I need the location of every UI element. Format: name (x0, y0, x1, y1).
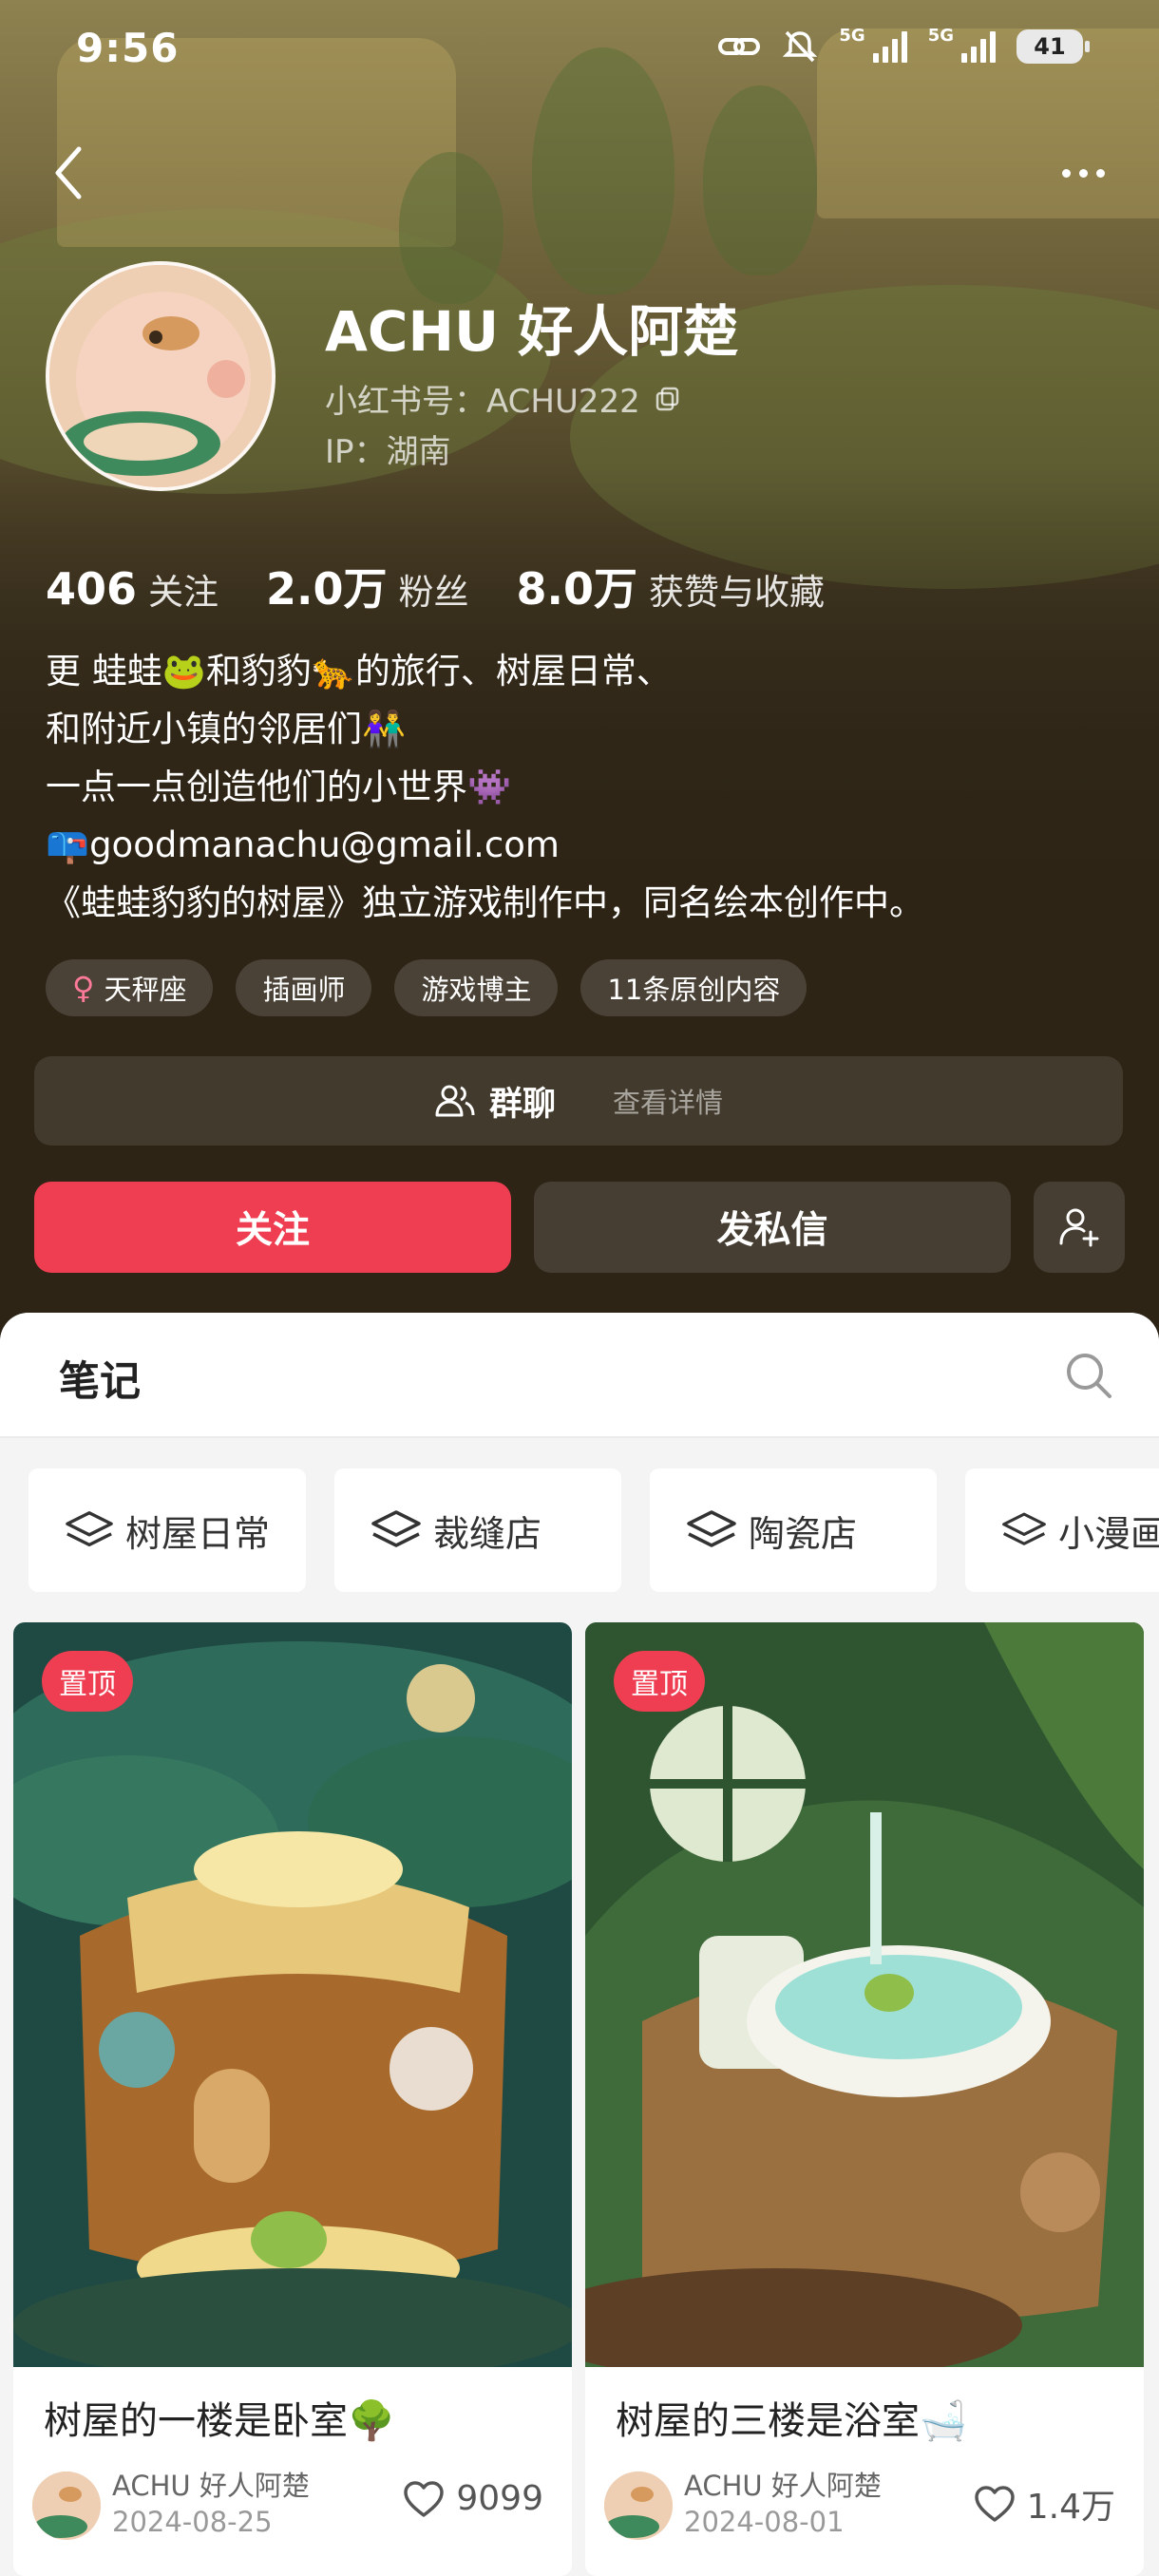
tag-zodiac: ♀ 天秤座 (46, 959, 214, 1016)
bio-line: 《蛙蛙豹豹的树屋》独立游戏制作中，同名绘本创作中。 (46, 882, 924, 923)
more-dot-icon (1095, 168, 1105, 178)
album-item[interactable]: 小漫画 (965, 1468, 1159, 1592)
note-author: ACHU 好人阿楚 (112, 2470, 310, 2502)
stat-likes-label: 获赞与收藏 (649, 572, 826, 613)
heart-icon (974, 2486, 1015, 2522)
stat-followers-label: 粉丝 (398, 572, 469, 613)
note-cover-image: 置顶 (585, 1622, 1144, 2367)
pinned-badge: 置顶 (42, 1651, 133, 1712)
mute-bell-icon (783, 30, 818, 63)
stat-following-label: 关注 (148, 572, 219, 613)
stat-followers-count: 2.0万 (266, 563, 388, 615)
status-time: 9:56 (76, 25, 180, 71)
note-card[interactable]: 置顶 树屋的一楼是卧室🌳 ACHU 好人阿楚 2024-08-25 9099 (13, 1622, 572, 2576)
note-cover-image: 置顶 (13, 1622, 572, 2367)
stat-followers[interactable]: 2.0万 粉丝 (266, 555, 469, 617)
status-bar: 9:56 5G 5G 41 (0, 0, 1159, 104)
stat-following[interactable]: 406 关注 (46, 563, 218, 615)
more-dot-icon (1061, 168, 1071, 178)
layers-icon (687, 1510, 736, 1547)
like-button[interactable]: 9099 (403, 2479, 543, 2518)
note-card[interactable]: 置顶 树屋的三楼是浴室🛁 ACHU 好人阿楚 2024-08-01 1.4万 (585, 1622, 1144, 2576)
stat-likes-count: 8.0万 (516, 563, 638, 615)
profile-bio: 更 蛙蛙🐸和豹豹🐆的旅行、树屋日常、 和附近小镇的邻居们👫 一点一点创造他们的小… (46, 642, 924, 932)
network-type-2: 5G (927, 25, 954, 46)
bio-line: 更 蛙蛙🐸和豹豹🐆的旅行、树屋日常、 (46, 651, 672, 691)
like-count: 9099 (456, 2479, 543, 2518)
group-chat-detail: 查看详情 (613, 1087, 724, 1119)
album-label: 陶瓷店 (749, 1512, 858, 1555)
stat-likes[interactable]: 8.0万 获赞与收藏 (517, 555, 826, 617)
bio-line: 和附近小镇的邻居们👫 (46, 709, 407, 749)
note-date: 2024-08-01 (684, 2506, 845, 2538)
like-button[interactable]: 1.4万 (974, 2479, 1115, 2529)
group-chat-bar[interactable]: 群聊 查看详情 (34, 1056, 1123, 1146)
tag-profession: 插画师 (236, 959, 372, 1016)
layers-icon (66, 1511, 113, 1547)
group-users-icon (435, 1085, 475, 1117)
copy-icon[interactable] (656, 387, 680, 411)
stat-following-count: 406 (46, 563, 138, 615)
album-label: 小漫画 (1057, 1512, 1159, 1555)
red-id: 小红书号：ACHU222 (325, 375, 680, 422)
tag-category: 游戏博主 (394, 959, 559, 1016)
layers-icon (1002, 1512, 1046, 1545)
profile-name: ACHU 好人阿楚 (325, 299, 739, 364)
more-dot-icon (1078, 168, 1088, 178)
note-date: 2024-08-25 (112, 2506, 273, 2538)
note-title: 树屋的三楼是浴室🛁 (616, 2399, 967, 2443)
heart-icon (404, 2480, 445, 2517)
profile-avatar[interactable] (46, 261, 276, 491)
like-count: 1.4万 (1026, 2488, 1115, 2527)
tab-notes[interactable]: 笔记 (59, 1349, 141, 1408)
album-item[interactable]: 裁缝店 (334, 1468, 621, 1592)
profile-stats: 406 关注 2.0万 粉丝 8.0万 获赞与收藏 (46, 555, 872, 617)
album-item[interactable]: 陶瓷店 (650, 1468, 937, 1592)
tag-label: 天秤座 (104, 974, 187, 1006)
group-chat-title: 群聊 (488, 1085, 556, 1124)
album-item[interactable]: 树屋日常 (28, 1468, 306, 1592)
author-avatar (604, 2472, 673, 2540)
red-id-text: 小红书号：ACHU222 (325, 383, 640, 421)
layers-icon (371, 1510, 421, 1547)
note-title: 树屋的一楼是卧室🌳 (44, 2399, 395, 2443)
author-avatar (32, 2472, 101, 2540)
more-options-button[interactable] (1045, 142, 1121, 203)
ip-location: IP：湖南 (325, 433, 451, 471)
follow-button[interactable]: 关注 (34, 1182, 511, 1273)
network-type-1: 5G (839, 25, 865, 46)
profile-tags: ♀ 天秤座 插画师 游戏博主 11条原创内容 (46, 959, 808, 1016)
add-user-icon (1059, 1208, 1099, 1247)
bio-line: 📪goodmanachu@gmail.com (46, 824, 560, 865)
album-label: 树屋日常 (124, 1512, 270, 1555)
album-list: 树屋日常 裁缝店 陶瓷店 小漫画 (28, 1468, 1159, 1592)
search-icon[interactable] (1062, 1349, 1115, 1402)
tag-label: 11条原创内容 (607, 974, 781, 1006)
female-icon: ♀ (72, 970, 95, 1006)
back-button[interactable] (38, 133, 99, 213)
message-button[interactable]: 发私信 (534, 1182, 1011, 1273)
note-author: ACHU 好人阿楚 (684, 2470, 882, 2502)
avatar-illustration (49, 265, 272, 487)
link-icon (718, 38, 761, 55)
tag-label: 游戏博主 (421, 974, 532, 1006)
add-friend-button[interactable] (1034, 1182, 1125, 1273)
tag-label: 插画师 (262, 974, 346, 1006)
pinned-badge: 置顶 (614, 1651, 705, 1712)
chevron-left-icon (55, 146, 82, 199)
album-label: 裁缝店 (433, 1512, 542, 1555)
bio-line: 一点一点创造他们的小世界👾 (46, 767, 512, 807)
battery-indicator: 41 (1016, 29, 1090, 64)
tag-original-count: 11条原创内容 (580, 959, 808, 1016)
signal-icon-2 (961, 30, 996, 63)
signal-icon (872, 30, 907, 63)
notes-header: 笔记 (0, 1313, 1159, 1438)
